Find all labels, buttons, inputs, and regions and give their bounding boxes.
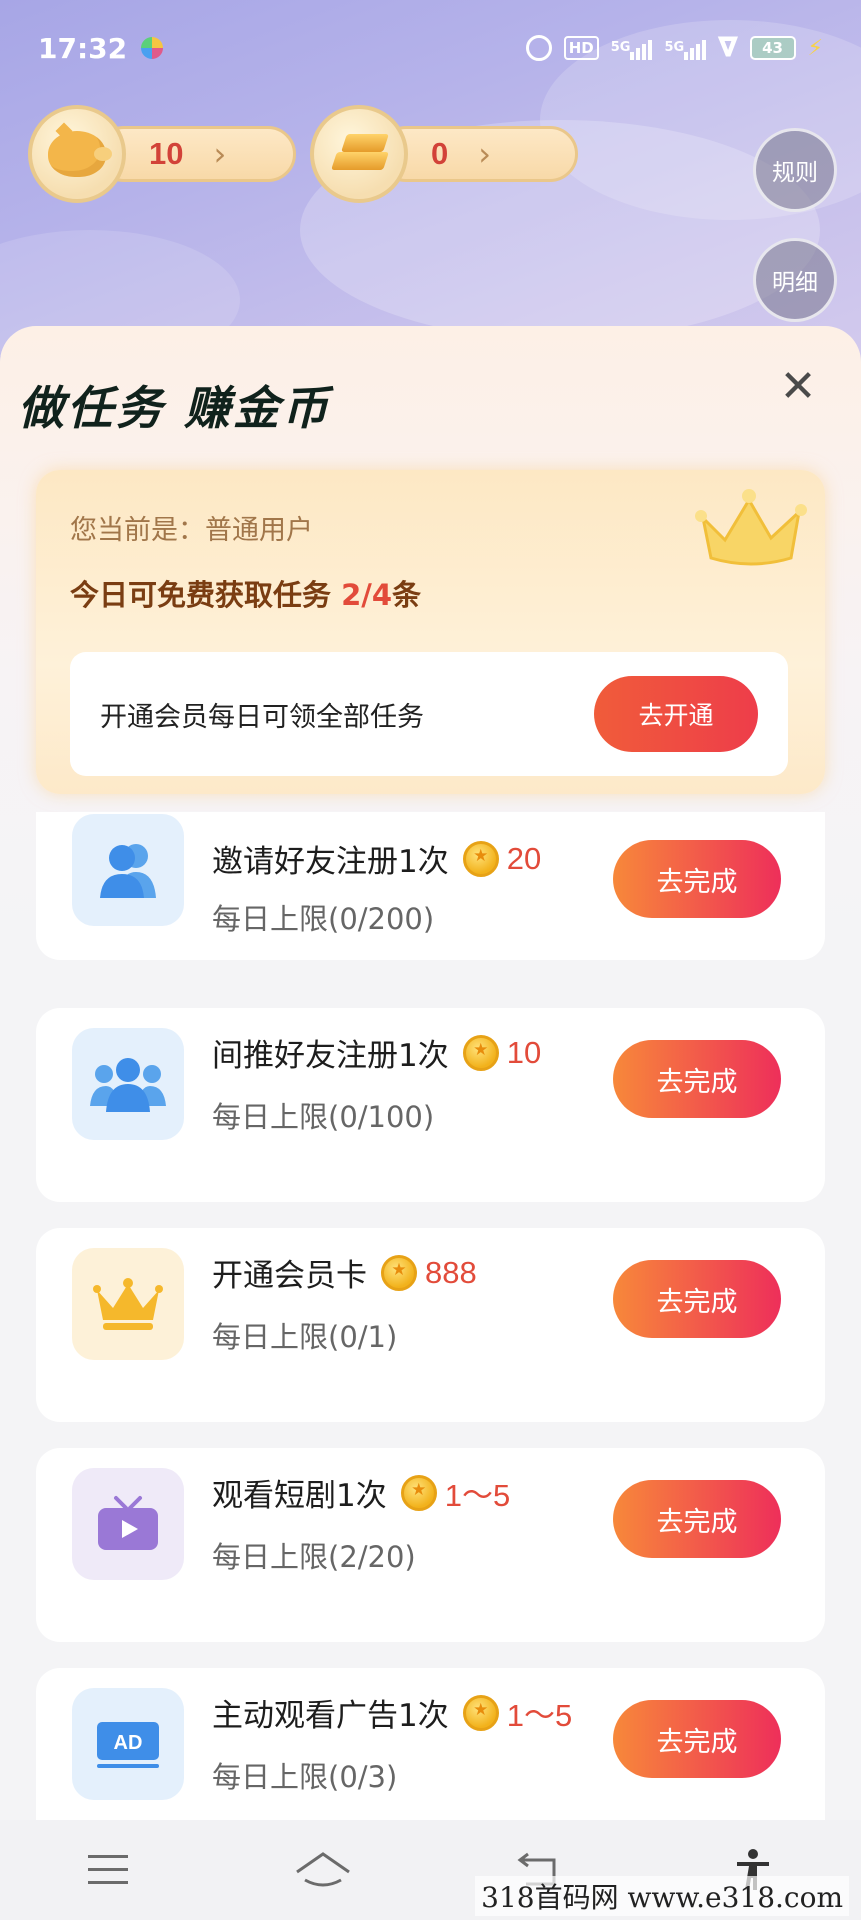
coin-icon xyxy=(462,1034,499,1071)
alarm-icon xyxy=(525,35,552,61)
task-item: 邀请好友注册1次 20 每日上限(0/200) 去完成 xyxy=(36,812,825,960)
coin-icon xyxy=(462,840,499,877)
task-title: 观看短剧1次 xyxy=(212,1478,387,1514)
member-promo: 开通会员每日可领全部任务 去开通 xyxy=(70,652,788,776)
chevron-right-icon: › xyxy=(213,135,227,173)
task-reward: 888 xyxy=(425,1254,477,1290)
watermark: 318首码网 www.e318.com xyxy=(475,1876,849,1916)
task-limit: 每日上限(0/3) xyxy=(212,1760,398,1794)
complete-task-button[interactable]: 去完成 xyxy=(613,1700,781,1778)
tv-icon xyxy=(72,1468,184,1580)
member-card: 您当前是：普通用户 今日可免费获取任务 2/4条 开通会员每日可领全部任务 去开… xyxy=(36,470,825,794)
task-title: 邀请好友注册1次 xyxy=(212,844,449,880)
users-icon xyxy=(72,814,184,926)
close-icon[interactable]: ✕ xyxy=(775,364,821,410)
hd-icon: HD xyxy=(563,36,599,60)
home-icon[interactable] xyxy=(283,1840,363,1900)
complete-task-button[interactable]: 去完成 xyxy=(613,1040,781,1118)
gold-balance[interactable]: 0 › xyxy=(310,105,578,203)
complete-task-button[interactable]: 去完成 xyxy=(613,840,781,918)
task-reward: 1～5 xyxy=(444,1478,511,1513)
details-button[interactable]: 明细 xyxy=(753,238,837,322)
gold-bar-icon xyxy=(310,105,408,203)
coin-icon xyxy=(400,1474,437,1511)
charging-icon: ⚡ xyxy=(807,35,823,61)
signal-icon: 5G xyxy=(611,36,653,60)
task-limit: 每日上限(0/100) xyxy=(212,1100,435,1134)
status-bar: 17:32 HD 5G 5G 𝛁 43 ⚡ xyxy=(0,0,861,96)
task-title: 主动观看广告1次 xyxy=(212,1698,449,1734)
task-limit: 每日上限(0/200) xyxy=(212,902,435,936)
task-reward: 1～5 xyxy=(506,1698,573,1733)
piggy-balance-value: 10 xyxy=(149,136,184,171)
member-promo-text: 开通会员每日可领全部任务 xyxy=(100,701,424,733)
complete-task-button[interactable]: 去完成 xyxy=(613,1480,781,1558)
ad-icon: AD xyxy=(72,1688,184,1800)
crown-icon xyxy=(72,1248,184,1360)
task-limit: 每日上限(2/20) xyxy=(212,1540,416,1574)
coin-icon xyxy=(462,1694,499,1731)
menu-icon[interactable] xyxy=(68,1840,148,1900)
task-item: 间推好友注册1次 10 每日上限(0/100) 去完成 xyxy=(36,1008,825,1202)
svg-text:AD: AD xyxy=(114,1732,143,1754)
chevron-right-icon: › xyxy=(478,135,492,173)
battery-icon: 43 xyxy=(749,36,796,60)
coin-icon xyxy=(381,1254,417,1291)
group-icon xyxy=(72,1028,184,1140)
task-sheet: 做任务 赚金币 ✕ 您当前是：普通用户 今日可免费获取任务 2/4条 开通会员每… xyxy=(0,326,861,1920)
crown-decoration-icon xyxy=(695,489,807,566)
app-notification-icon xyxy=(141,37,164,59)
task-title: 间推好友注册1次 xyxy=(212,1038,449,1074)
status-icons: HD 5G 5G 𝛁 43 ⚡ xyxy=(525,32,823,64)
wifi-icon: 𝛁 xyxy=(718,32,738,63)
sheet-title: 做任务 赚金币 xyxy=(18,381,332,435)
task-title: 开通会员卡 xyxy=(212,1258,367,1294)
piggy-bank-icon xyxy=(28,105,126,203)
task-limit: 每日上限(0/1) xyxy=(212,1320,398,1354)
piggy-balance[interactable]: 10 › xyxy=(28,105,296,203)
rules-button[interactable]: 规则 xyxy=(753,128,837,212)
task-reward: 10 xyxy=(506,1034,542,1070)
task-item: 观看短剧1次 1～5 每日上限(2/20) 去完成 xyxy=(36,1448,825,1642)
free-task-count: 今日可免费获取任务 2/4条 xyxy=(70,578,422,612)
status-time: 17:32 xyxy=(38,31,128,65)
complete-task-button[interactable]: 去完成 xyxy=(613,1260,781,1338)
signal-icon: 5G xyxy=(664,36,707,60)
user-level: 您当前是：普通用户 xyxy=(70,515,313,546)
task-item: 开通会员卡 888 每日上限(0/1) 去完成 xyxy=(36,1228,825,1422)
task-reward: 20 xyxy=(506,840,542,876)
gold-balance-value: 0 xyxy=(431,136,449,171)
open-membership-button[interactable]: 去开通 xyxy=(594,676,758,752)
